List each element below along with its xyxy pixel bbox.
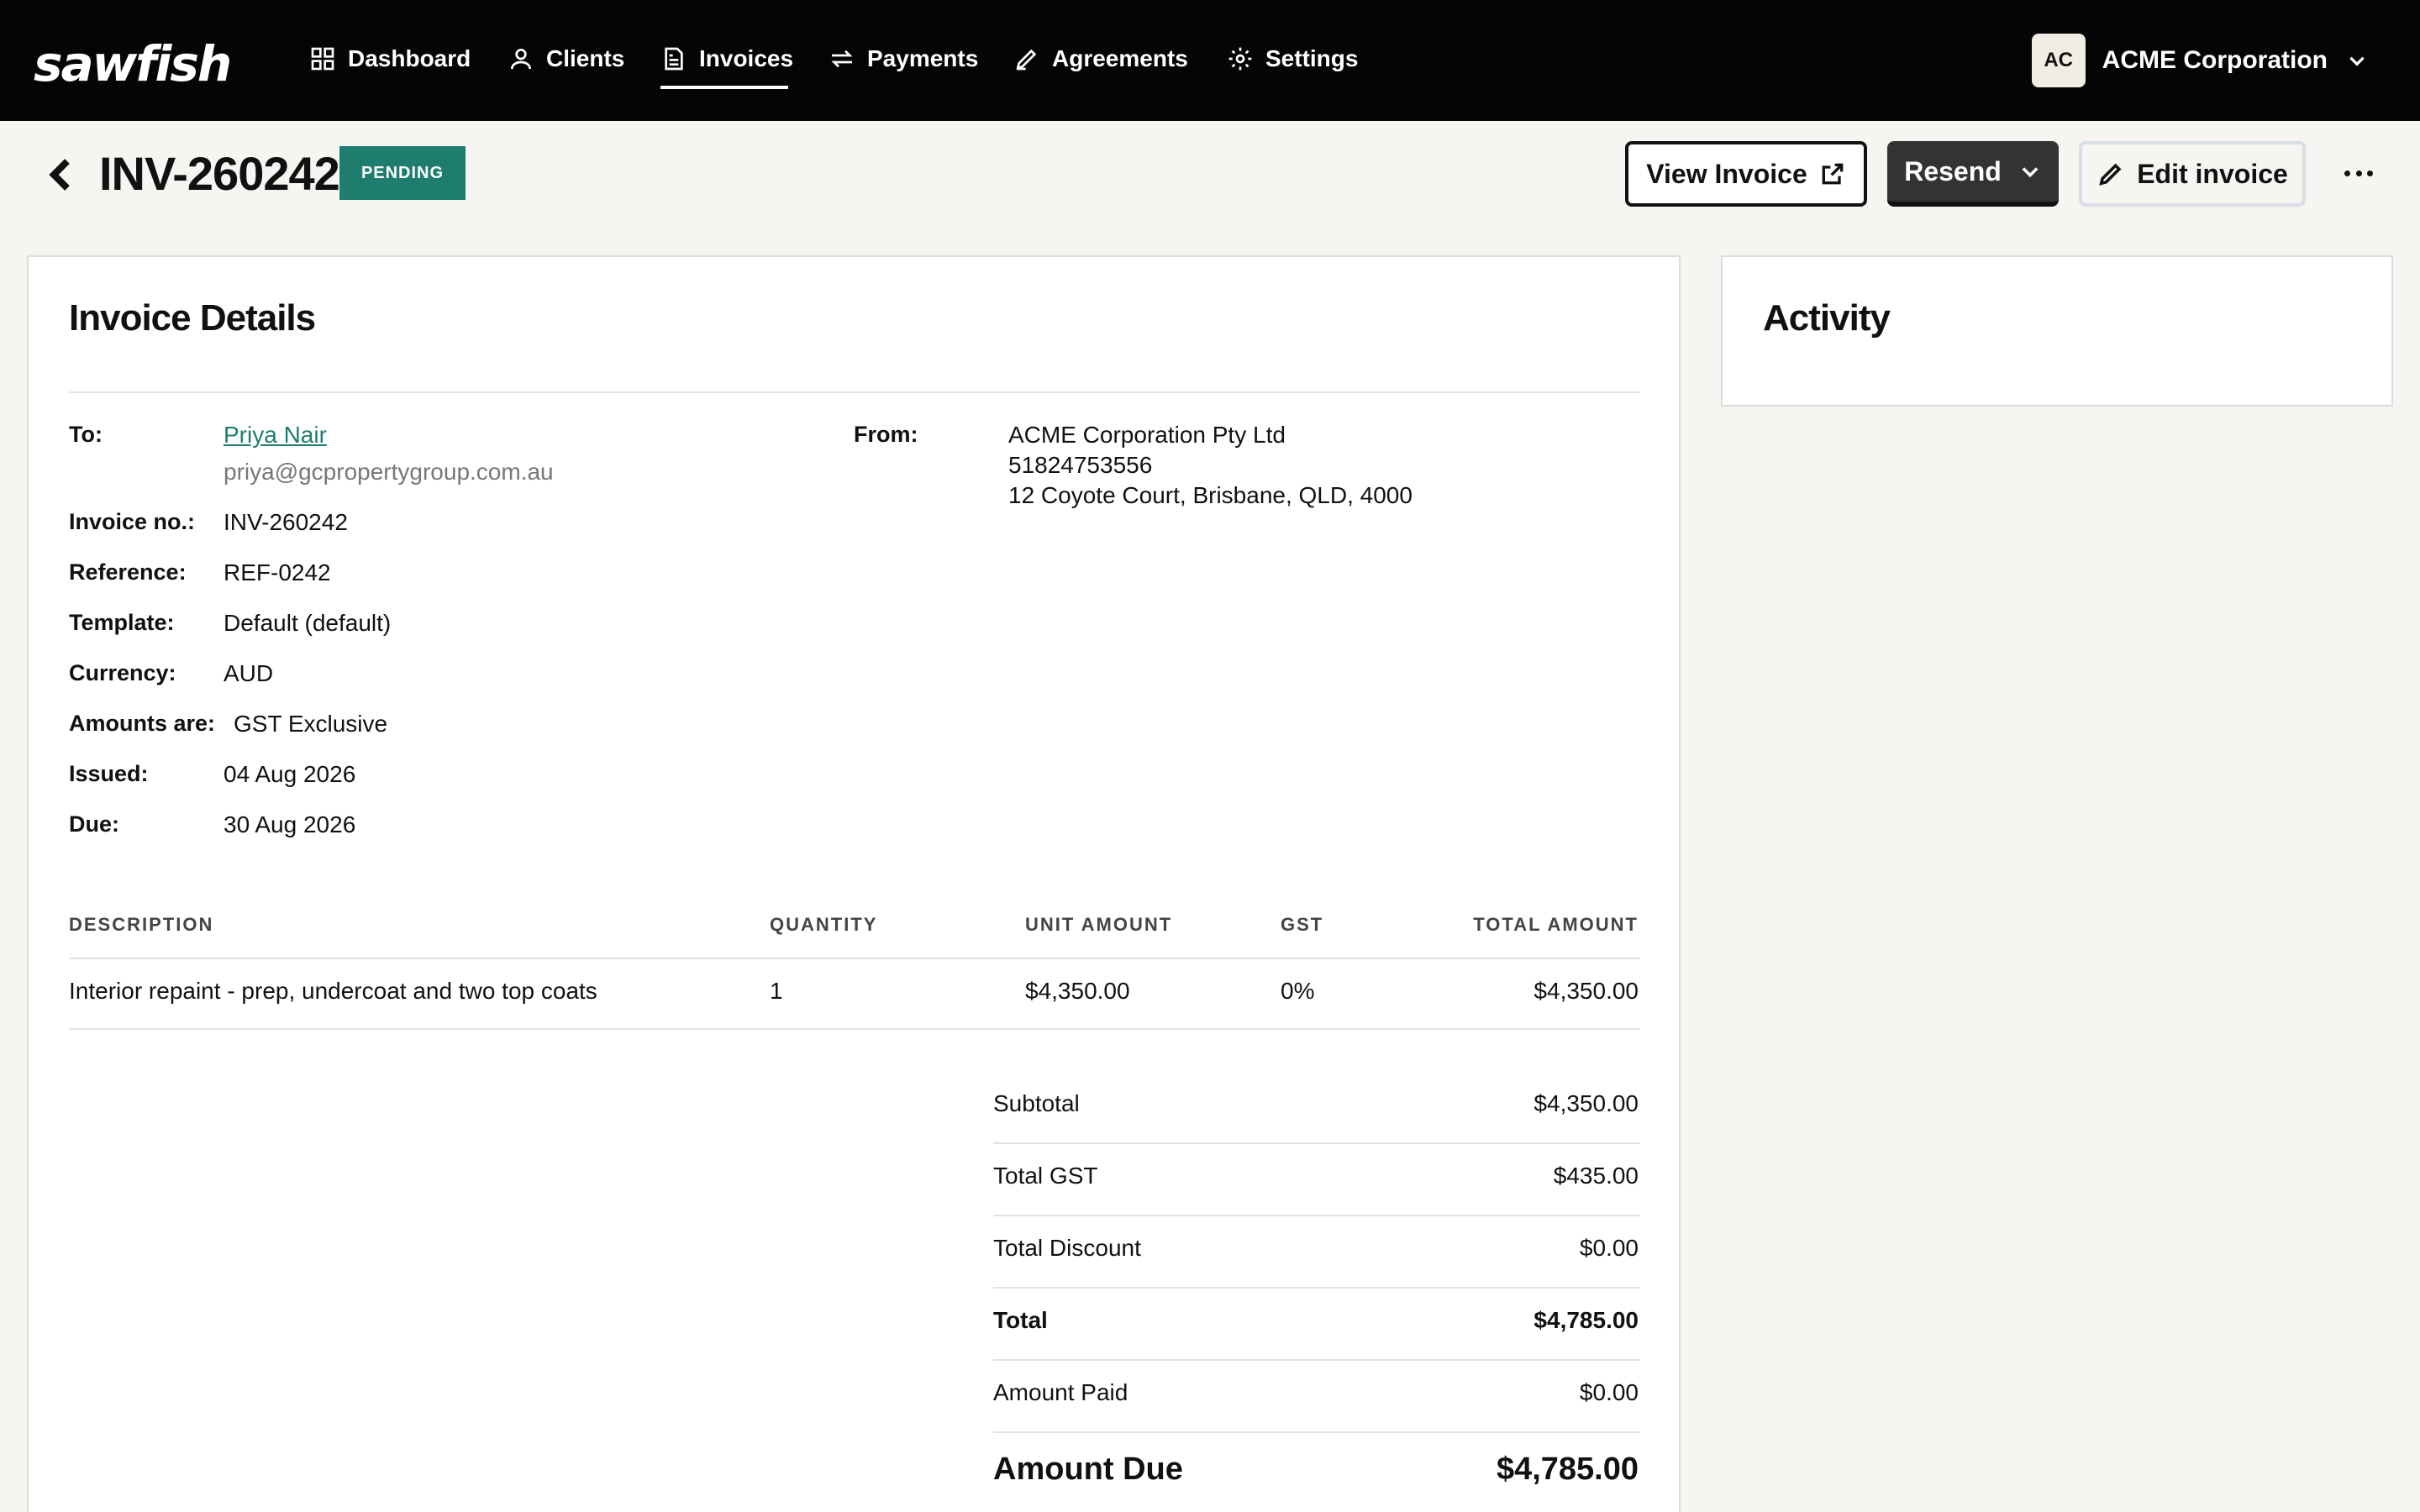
from-company: ACME Corporation Pty Ltd [1008,422,1286,448]
nav-dashboard-label: Dashboard [348,45,471,71]
page-title: INV-260242 [99,147,340,200]
nav-clients[interactable]: Clients [508,40,624,77]
due-label: Due: [69,811,119,837]
avatar: AC [2031,34,2086,87]
column-header-description: DESCRIPTION [69,914,214,935]
amounts-are-label: Amounts are: [69,711,216,736]
amounts-are-value: GST Exclusive [234,711,388,737]
total-discount-value: $0.00 [1579,1235,1639,1261]
amount-paid-label: Amount Paid [993,1379,1128,1405]
edit-invoice-button[interactable]: Edit invoice [2079,141,2306,207]
reference-value: REF-0242 [224,559,331,585]
issued-label: Issued: [69,761,149,786]
currency-value: AUD [224,660,274,686]
account-switcher[interactable]: AC ACME Corporation [2031,34,2368,87]
divider [993,1431,1640,1433]
total-discount-label: Total Discount [993,1235,1141,1261]
divider [993,1287,1640,1289]
reference-label: Reference: [69,559,187,585]
nav-agreements-label: Agreements [1052,45,1188,71]
nav-agreements[interactable]: Agreements [1013,40,1188,77]
divider [993,1215,1640,1216]
currency-label: Currency: [69,660,176,685]
edit-invoice-label: Edit invoice [2137,158,2288,189]
line-item-unit-amount: $4,350.00 [1025,978,1130,1004]
total-gst-value: $435.00 [1553,1163,1639,1189]
external-link-icon [1822,163,1844,185]
more-dot [2355,170,2362,176]
amount-due-label: Amount Due [993,1452,1183,1487]
nav-dashboard[interactable]: Dashboard [309,40,471,77]
invoice-icon [665,47,683,71]
nav-settings-label: Settings [1265,45,1359,71]
invoice-no-label: Invoice no.: [69,509,196,534]
due-value: 30 Aug 2026 [224,811,356,837]
invoice-no-value: INV-260242 [224,509,348,535]
invoice-details-panel: Invoice Details To: Priya Nair priya@gcp… [27,255,1681,1512]
more-dot [2367,170,2373,176]
gear-icon [1228,47,1252,71]
divider [993,1142,1640,1144]
nav-settings[interactable]: Settings [1227,40,1358,77]
from-address: 12 Coyote Court, Brisbane, QLD, 4000 [1008,482,1413,508]
amount-due-value: $4,785.00 [1496,1452,1639,1487]
chevron-down-icon [2349,56,2365,66]
more-options-icon[interactable] [2344,163,2373,183]
template-label: Template: [69,610,175,635]
subtotal-label: Subtotal [993,1090,1080,1116]
pencil-icon [2099,163,2122,186]
sawfish-logo[interactable]: sawfish [34,35,232,92]
pen-icon [1016,49,1037,71]
nav-clients-label: Clients [546,45,625,71]
chevron-left-icon [49,159,70,191]
activity-title: Activity [1763,297,1891,339]
chevron-down-icon [2022,167,2039,178]
total-gst-label: Total GST [993,1163,1098,1189]
from-abn: 51824753556 [1008,452,1153,478]
subtotal-value: $4,350.00 [1534,1090,1639,1116]
more-dot [2344,170,2350,176]
nav-payments[interactable]: Payments [829,40,978,77]
column-header-total-amount: TOTAL AMOUNT [1473,914,1639,935]
back-button[interactable] [49,158,72,192]
column-header-gst: GST [1281,914,1324,935]
column-header-quantity: QUANTITY [770,914,878,935]
line-item-quantity: 1 [770,978,783,1004]
resend-label: Resend [1904,155,2002,186]
divider [993,1359,1640,1361]
view-invoice-label: View Invoice [1646,158,1807,189]
nav-active-indicator [660,86,788,89]
invoice-details-title: Invoice Details [69,297,316,339]
status-badge: PENDING [339,146,466,200]
line-item-gst: 0% [1281,978,1315,1004]
issued-value: 04 Aug 2026 [224,761,356,787]
activity-panel: Activity [1721,255,2393,407]
to-label: To: [69,422,103,447]
line-item-description: Interior repaint - prep, undercoat and t… [69,978,597,1004]
from-label: From: [854,422,918,447]
divider [69,1028,1640,1030]
divider [69,958,1640,959]
template-value: Default (default) [224,610,392,636]
client-email: priya@gcpropertygroup.com.au [224,459,554,485]
nav-invoices-label: Invoices [699,45,794,71]
view-invoice-button[interactable]: View Invoice [1625,141,1867,207]
nav-payments-label: Payments [867,45,979,71]
nav-invoices[interactable]: Invoices [660,40,793,77]
amount-paid-value: $0.00 [1579,1379,1639,1405]
line-item-total: $4,350.00 [1534,978,1639,1004]
grid-icon [311,47,334,71]
user-icon [511,49,531,70]
column-header-unit-amount: UNIT AMOUNT [1025,914,1173,935]
divider [69,391,1640,393]
client-name-link[interactable]: Priya Nair [224,422,327,449]
arrows-icon [831,50,853,68]
top-nav-bar: sawfish Dashboard Clients Invoices Payme… [0,0,2420,121]
total-label: Total [993,1307,1048,1333]
account-name: ACME Corporation [2102,46,2328,74]
resend-button[interactable]: Resend [1887,141,2059,207]
total-value: $4,785.00 [1534,1307,1639,1333]
